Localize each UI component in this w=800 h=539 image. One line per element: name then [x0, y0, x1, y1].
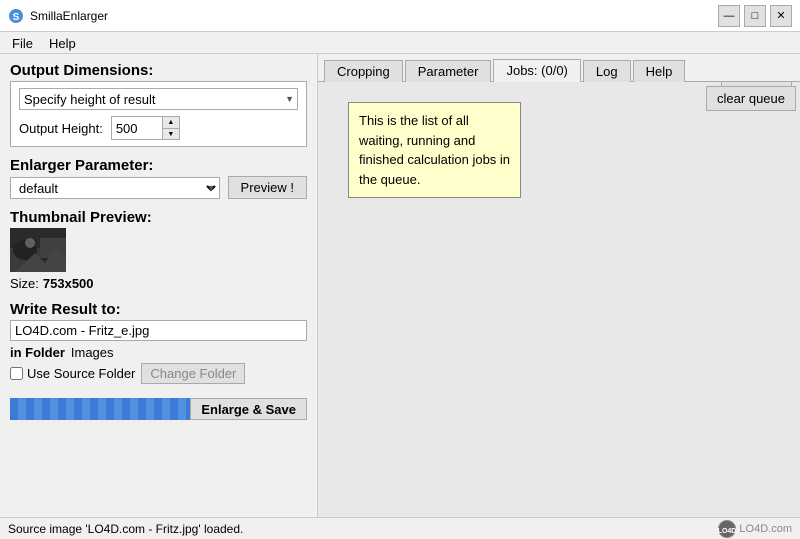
app-icon: S [8, 8, 24, 24]
maximize-button[interactable]: □ [744, 5, 766, 27]
folder-row: in Folder Images [10, 345, 307, 360]
minimize-button[interactable]: — [718, 5, 740, 27]
use-source-folder-wrap[interactable]: Use Source Folder [10, 366, 135, 381]
clean-up-button[interactable]: clean up [721, 82, 792, 87]
enlarger-select[interactable]: default photo cartoon [10, 177, 220, 199]
menu-file[interactable]: File [4, 34, 41, 51]
enlarge-save-button[interactable]: Enlarge & Save [190, 398, 307, 420]
spinner-down[interactable]: ▼ [163, 128, 179, 139]
tab-cropping[interactable]: Cropping [324, 60, 403, 82]
dimension-dropdown-wrap[interactable]: Specify height of result Specify width o… [19, 88, 298, 110]
output-height-spinner[interactable]: ▲ ▼ [111, 116, 180, 140]
output-dimensions-box: Specify height of result Specify width o… [10, 81, 307, 147]
enlarge-save-row: Enlarge & Save [10, 398, 307, 420]
close-button[interactable]: ✕ [770, 5, 792, 27]
status-logo: LO4D LO4D.com [718, 520, 792, 538]
tab-help[interactable]: Help [633, 60, 686, 82]
output-height-label: Output Height: [19, 121, 103, 136]
tabs-bar: Cropping Parameter Jobs: (0/0) Log Help [318, 54, 800, 82]
use-source-folder-label: Use Source Folder [27, 366, 135, 381]
right-buttons: clear queue remove Job clean up [706, 86, 796, 111]
window-title: SmillaEnlarger [30, 9, 108, 23]
left-panel: Output Dimensions: Specify height of res… [0, 54, 318, 517]
status-bar: Source image 'LO4D.com - Fritz.jpg' load… [0, 517, 800, 539]
preview-button[interactable]: Preview ! [228, 176, 307, 199]
write-result-section: Write Result to: in Folder Images Use So… [10, 301, 307, 388]
progress-bar [10, 398, 190, 420]
thumbnail-image [10, 228, 66, 272]
clear-queue-button[interactable]: clear queue [706, 86, 796, 111]
folder-name: Images [71, 345, 114, 360]
jobs-panel: This is the list of allwaiting, running … [318, 82, 800, 517]
enlarger-parameter-section: Enlarger Parameter: default photo cartoo… [10, 157, 307, 203]
menu-bar: File Help [0, 32, 800, 54]
output-dimensions-title: Output Dimensions: [10, 62, 307, 79]
svg-text:LO4D: LO4D [718, 528, 736, 535]
tab-jobs[interactable]: Jobs: (0/0) [493, 59, 580, 82]
enlarger-parameter-title: Enlarger Parameter: [10, 157, 307, 174]
svg-text:S: S [13, 12, 20, 23]
size-label: Size: [10, 276, 39, 291]
spinner-up[interactable]: ▲ [163, 117, 179, 128]
spinner-buttons: ▲ ▼ [162, 117, 179, 139]
use-source-folder-checkbox[interactable] [10, 367, 23, 380]
in-folder-label: in Folder [10, 345, 65, 360]
write-result-title: Write Result to: [10, 301, 307, 318]
menu-help[interactable]: Help [41, 34, 84, 51]
title-bar: S SmillaEnlarger — □ ✕ [0, 0, 800, 32]
size-value: 753x500 [43, 276, 94, 291]
logo-text: LO4D.com [739, 523, 792, 535]
output-dimensions-section: Output Dimensions: Specify height of res… [10, 62, 307, 151]
title-bar-left: S SmillaEnlarger [8, 8, 108, 24]
enlarger-row: default photo cartoon Preview ! [10, 176, 307, 199]
size-row: Size: 753x500 [10, 276, 307, 291]
status-message: Source image 'LO4D.com - Fritz.jpg' load… [8, 522, 243, 536]
output-height-row: Output Height: ▲ ▼ [19, 116, 298, 140]
output-height-input[interactable] [112, 119, 162, 138]
filename-input[interactable] [10, 320, 307, 341]
right-panel: Cropping Parameter Jobs: (0/0) Log Help … [318, 54, 800, 517]
thumbnail-preview-section: Thumbnail Preview: Size: 753x500 [10, 209, 307, 291]
tab-parameter[interactable]: Parameter [405, 60, 492, 82]
main-content: Output Dimensions: Specify height of res… [0, 54, 800, 517]
enlarger-select-wrap[interactable]: default photo cartoon [10, 177, 220, 199]
logo-icon: LO4D [718, 520, 736, 538]
jobs-tooltip: This is the list of allwaiting, running … [348, 102, 521, 198]
tab-log[interactable]: Log [583, 60, 631, 82]
thumbnail-preview-title: Thumbnail Preview: [10, 209, 307, 226]
change-folder-button[interactable]: Change Folder [141, 363, 245, 384]
source-folder-row: Use Source Folder Change Folder [10, 363, 307, 384]
jobs-tooltip-text: This is the list of allwaiting, running … [359, 113, 510, 187]
window-controls: — □ ✕ [718, 5, 792, 27]
dimension-dropdown[interactable]: Specify height of result Specify width o… [19, 88, 298, 110]
